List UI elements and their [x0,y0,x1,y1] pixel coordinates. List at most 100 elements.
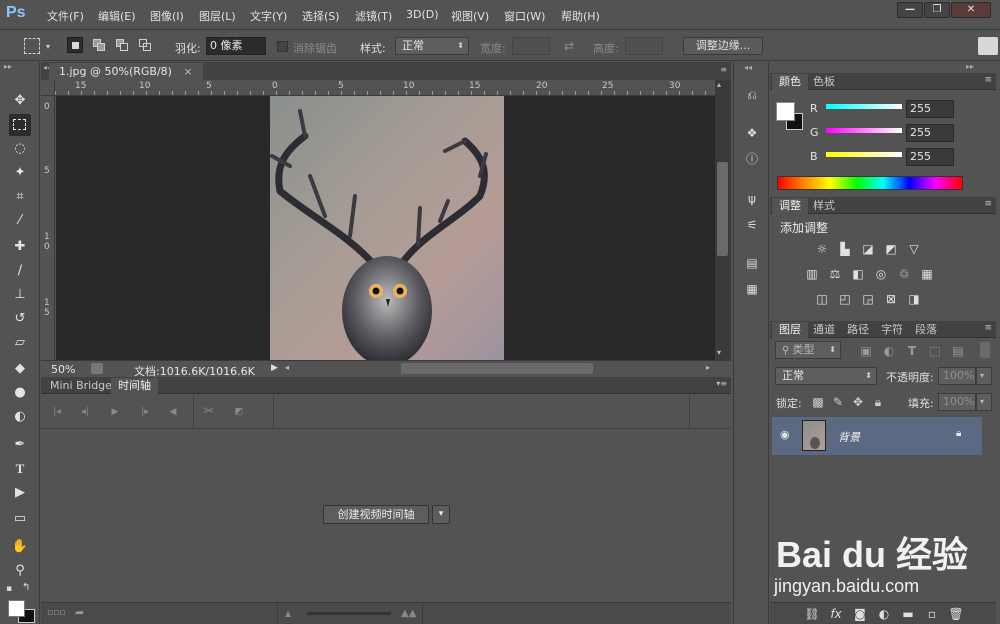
scroll-down-icon[interactable]: ▾ [717,348,721,357]
vertical-scrollbar[interactable]: ▴ ▾ [715,80,731,360]
horizontal-scroll-thumb[interactable] [401,363,593,374]
menu-file[interactable]: 文件(F) [47,8,84,24]
document-canvas[interactable] [56,96,715,360]
filter-type-icon[interactable]: T [904,344,920,358]
gradient-map-icon[interactable]: ◨ [906,292,922,306]
audio-icon[interactable]: ◀ [165,405,181,419]
channel-r-input[interactable]: 255 [906,100,954,118]
new-group-icon[interactable]: ▬ [900,607,916,621]
collapse-icon[interactable]: ▸▸ [966,62,974,71]
panel-menu-icon[interactable]: ▾≡ [716,379,727,388]
path-select-tool-icon[interactable]: ▶ [9,482,31,504]
collapse-icon[interactable]: ▸▸ [4,62,12,71]
paint-bucket-tool-icon[interactable]: ◆ [9,358,31,380]
menu-layer[interactable]: 图层(L) [199,8,236,24]
color-balance-icon[interactable]: ⚖ [827,267,843,281]
tab-timeline[interactable]: 时间轴 [111,378,158,394]
channel-r-slider[interactable] [826,104,902,109]
delete-layer-icon[interactable]: 🗑︎ [948,607,964,621]
marquee-preset-icon[interactable] [24,38,40,54]
3d-icon[interactable]: ❖ [743,124,761,142]
go-to-first-frame-icon[interactable]: |◂ [49,405,65,419]
menu-filter[interactable]: 滤镜(T) [355,8,392,24]
properties-icon[interactable]: ⚟ [743,216,761,234]
menu-view[interactable]: 视图(V) [451,8,489,24]
fill-dropdown[interactable]: ▾ [976,393,992,411]
filter-adjustment-icon[interactable]: ◐ [881,344,897,358]
document-tab[interactable]: 1.jpg @ 50%(RGB/8) × [49,63,203,80]
hue-saturation-icon[interactable]: ▥ [804,267,820,281]
channel-b-input[interactable]: 255 [906,148,954,166]
panel-menu-icon[interactable]: ≡ [720,65,727,74]
default-colors-icon[interactable]: ▪ [6,584,12,594]
menu-help[interactable]: 帮助(H) [561,8,600,24]
filter-toggle[interactable] [980,342,990,358]
transition-icon[interactable]: ◩ [231,405,247,419]
color-spectrum-bar[interactable] [777,176,963,190]
tab-layers[interactable]: 图层 [772,322,808,338]
antialias-checkbox[interactable] [277,41,288,52]
tab-color[interactable]: 颜色 [772,74,808,90]
next-frame-icon[interactable]: |▸ [137,405,153,419]
threshold-icon[interactable]: ◲ [860,292,876,306]
tab-styles[interactable]: 样式 [806,198,842,214]
ruler-origin[interactable] [41,80,55,96]
notes-icon[interactable]: ▦ [743,280,761,298]
move-tool-icon[interactable]: ✥ [9,90,31,112]
restore-button[interactable]: ❐ [924,2,950,18]
scroll-up-icon[interactable]: ▴ [717,80,721,89]
brush-tool-icon[interactable]: ∕ [9,260,31,282]
tab-swatches[interactable]: 色板 [806,74,842,90]
zoom-out-icon[interactable]: ▲ [285,609,291,618]
create-video-timeline-button[interactable]: 创建视频时间轴 [323,505,429,524]
play-icon[interactable]: ▶ [107,405,123,419]
split-scissors-icon[interactable]: ✂ [201,405,217,419]
menu-edit[interactable]: 编辑(E) [98,8,136,24]
minimize-button[interactable]: — [897,2,923,18]
type-tool-icon[interactable]: T [9,458,31,480]
scroll-right-icon[interactable]: ▸ [706,363,710,372]
pen-tool-icon[interactable]: ✒ [9,434,31,456]
eraser-tool-icon[interactable]: ▱ [9,332,31,354]
lasso-tool-icon[interactable]: ◌ [9,138,31,160]
panel-menu-icon[interactable]: ≡ [984,199,992,209]
zoom-tool-icon[interactable]: ⚲ [9,560,31,582]
marquee-tool-icon[interactable] [9,114,31,136]
menu-type[interactable]: 文字(Y) [250,8,287,24]
menu-select[interactable]: 选择(S) [302,8,340,24]
height-input[interactable] [625,37,663,55]
brush-presets-icon[interactable]: ψ [743,190,761,208]
layer-mask-icon[interactable]: ◙ [852,607,868,621]
intersect-selection-icon[interactable] [138,38,154,54]
new-selection-icon[interactable] [67,37,83,53]
tab-paths[interactable]: 路径 [840,322,876,338]
style-select[interactable]: 正常 ⬍ [395,37,469,55]
feather-input[interactable]: 0 像素 [206,37,266,55]
fx-icon[interactable]: fx [828,607,844,621]
layer-row[interactable]: ◉ 背景 🔒︎ [772,417,982,455]
channel-g-input[interactable]: 255 [906,124,954,142]
timeline-zoom-slider[interactable] [307,612,391,615]
workspace-switcher[interactable] [978,37,998,55]
swap-colors-icon[interactable]: ↰ [22,582,30,593]
render-icon[interactable]: ➦ [75,606,84,619]
healing-tool-icon[interactable]: ✚ [9,236,31,258]
levels-icon[interactable]: ▙ [837,242,853,256]
new-adjustment-layer-icon[interactable]: ◐ [876,607,892,621]
foreground-color-swatch[interactable] [8,600,25,617]
status-info-icon[interactable] [91,363,103,374]
tab-character[interactable]: 字符 [874,322,910,338]
tab-adjustments[interactable]: 调整 [772,198,808,214]
status-menu-arrow-icon[interactable]: ▶ [271,363,278,373]
layer-comps-icon[interactable]: ▤ [743,254,761,272]
hand-tool-icon[interactable]: ✋ [9,536,31,558]
history-icon[interactable]: ⎌ [743,86,761,104]
new-layer-icon[interactable]: ▫ [924,607,940,621]
shape-tool-icon[interactable]: ▭ [9,508,31,530]
fill-input[interactable]: 100% [938,393,976,411]
invert-icon[interactable]: ◫ [814,292,830,306]
filter-smart-object-icon[interactable]: ▤ [950,344,966,358]
photo-filter-icon[interactable]: ◎ [873,267,889,281]
selective-color-icon[interactable]: ⊠ [883,292,899,306]
refine-edge-button[interactable]: 调整边缘... [683,37,763,55]
